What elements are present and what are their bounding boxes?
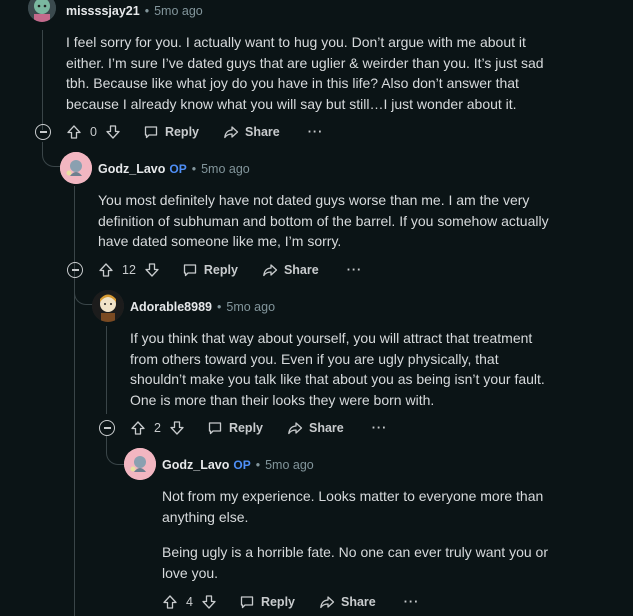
- vote-count: 0: [90, 125, 97, 139]
- timestamp[interactable]: 5mo ago: [154, 4, 203, 18]
- collapse-icon[interactable]: [99, 420, 115, 436]
- comment-actions: 0 Reply Share ···: [66, 120, 323, 144]
- upvote-icon: [163, 595, 177, 609]
- thread-line[interactable]: [42, 30, 43, 130]
- avatar-image: [92, 290, 124, 322]
- separator-dot: •: [216, 300, 222, 314]
- avatar[interactable]: [28, 0, 56, 22]
- author-name[interactable]: Godz_Lavo: [162, 458, 229, 472]
- downvote-button[interactable]: [201, 594, 217, 610]
- share-icon: [224, 126, 239, 139]
- reply-icon: [208, 422, 222, 435]
- reply-icon: [240, 596, 254, 609]
- comment-paragraph: You most definitely have not dated guys …: [98, 192, 549, 249]
- comment-body: You most definitely have not dated guys …: [98, 190, 573, 252]
- downvote-icon: [145, 263, 159, 277]
- share-label: Share: [283, 263, 319, 277]
- timestamp[interactable]: 5mo ago: [265, 458, 314, 472]
- more-options-button[interactable]: ···: [372, 421, 388, 435]
- avatar[interactable]: [124, 448, 156, 480]
- upvote-button[interactable]: [162, 594, 178, 610]
- share-button[interactable]: Share: [287, 420, 344, 436]
- vote-count: 2: [154, 421, 161, 435]
- comment-header: Adorable8989 • 5mo ago: [130, 299, 275, 315]
- timestamp[interactable]: 5mo ago: [226, 300, 275, 314]
- upvote-button[interactable]: [66, 124, 82, 140]
- avatar-image: [28, 0, 56, 22]
- more-options-button[interactable]: ···: [308, 125, 324, 139]
- share-icon: [288, 422, 303, 435]
- downvote-button[interactable]: [169, 420, 185, 436]
- comment-paragraph: Not from my experience. Looks matter to …: [162, 488, 544, 525]
- downvote-icon: [170, 421, 184, 435]
- op-badge: OP: [169, 162, 187, 176]
- comment-paragraph: If you think that way about yourself, yo…: [130, 330, 545, 408]
- comment-body: Not from my experience. Looks matter to …: [162, 486, 567, 583]
- share-button[interactable]: Share: [223, 124, 280, 140]
- reply-button[interactable]: Reply: [207, 420, 263, 436]
- reply-label: Reply: [164, 125, 199, 139]
- comment-header: Godz_Lavo OP • 5mo ago: [162, 457, 314, 473]
- comment-body: If you think that way about yourself, yo…: [130, 328, 555, 410]
- upvote-icon: [67, 125, 81, 139]
- comment-actions: 4 Reply Share ···: [162, 590, 419, 614]
- reply-label: Reply: [228, 421, 263, 435]
- share-label: Share: [245, 125, 280, 139]
- reply-icon: [144, 126, 158, 139]
- share-icon: [263, 264, 278, 277]
- thread-connector: [42, 142, 61, 167]
- reply-label: Reply: [203, 263, 238, 277]
- author-name[interactable]: Adorable8989: [130, 300, 212, 314]
- downvote-button[interactable]: [105, 124, 121, 140]
- comment-paragraph: I feel sorry for you. I actually want to…: [66, 34, 544, 112]
- comment-header: Godz_Lavo OP • 5mo ago: [98, 161, 250, 177]
- avatar-image: [60, 152, 92, 184]
- collapse-icon[interactable]: [35, 124, 51, 140]
- comment-actions: 2 Reply Share ···: [130, 416, 387, 440]
- comment-actions: 12 Reply Share ···: [98, 258, 362, 282]
- avatar-image: [124, 448, 156, 480]
- vote-count: 4: [186, 595, 193, 609]
- downvote-button[interactable]: [144, 262, 160, 278]
- op-badge: OP: [233, 458, 251, 472]
- more-options-button[interactable]: ···: [404, 595, 420, 609]
- share-button[interactable]: Share: [262, 262, 319, 278]
- separator-dot: •: [144, 4, 150, 18]
- share-label: Share: [309, 421, 344, 435]
- thread-connector: [74, 278, 93, 305]
- upvote-button[interactable]: [98, 262, 114, 278]
- downvote-icon: [106, 125, 120, 139]
- upvote-icon: [131, 421, 145, 435]
- reply-button[interactable]: Reply: [143, 124, 199, 140]
- upvote-button[interactable]: [130, 420, 146, 436]
- author-name[interactable]: Godz_Lavo: [98, 162, 165, 176]
- thread-connector: [106, 436, 125, 465]
- vote-count: 12: [122, 263, 136, 277]
- separator-dot: •: [255, 458, 261, 472]
- downvote-icon: [202, 595, 216, 609]
- reply-icon: [183, 264, 197, 277]
- collapse-icon[interactable]: [67, 262, 83, 278]
- comment-body: I feel sorry for you. I actually want to…: [66, 32, 546, 114]
- timestamp[interactable]: 5mo ago: [201, 162, 250, 176]
- upvote-icon: [99, 263, 113, 277]
- comment-paragraph: Being ugly is a horrible fate. No one ca…: [162, 544, 548, 581]
- share-button[interactable]: Share: [319, 594, 376, 610]
- avatar[interactable]: [92, 290, 124, 322]
- thread-line[interactable]: [74, 186, 75, 256]
- share-icon: [320, 596, 335, 609]
- separator-dot: •: [191, 162, 197, 176]
- share-label: Share: [341, 595, 376, 609]
- avatar[interactable]: [60, 152, 92, 184]
- comment-header: missssjay21 • 5mo ago: [66, 3, 203, 19]
- more-options-button[interactable]: ···: [347, 263, 363, 277]
- thread-line[interactable]: [106, 326, 107, 414]
- reply-button[interactable]: Reply: [182, 262, 238, 278]
- reply-button[interactable]: Reply: [239, 594, 295, 610]
- author-name[interactable]: missssjay21: [66, 4, 140, 18]
- reply-label: Reply: [260, 595, 295, 609]
